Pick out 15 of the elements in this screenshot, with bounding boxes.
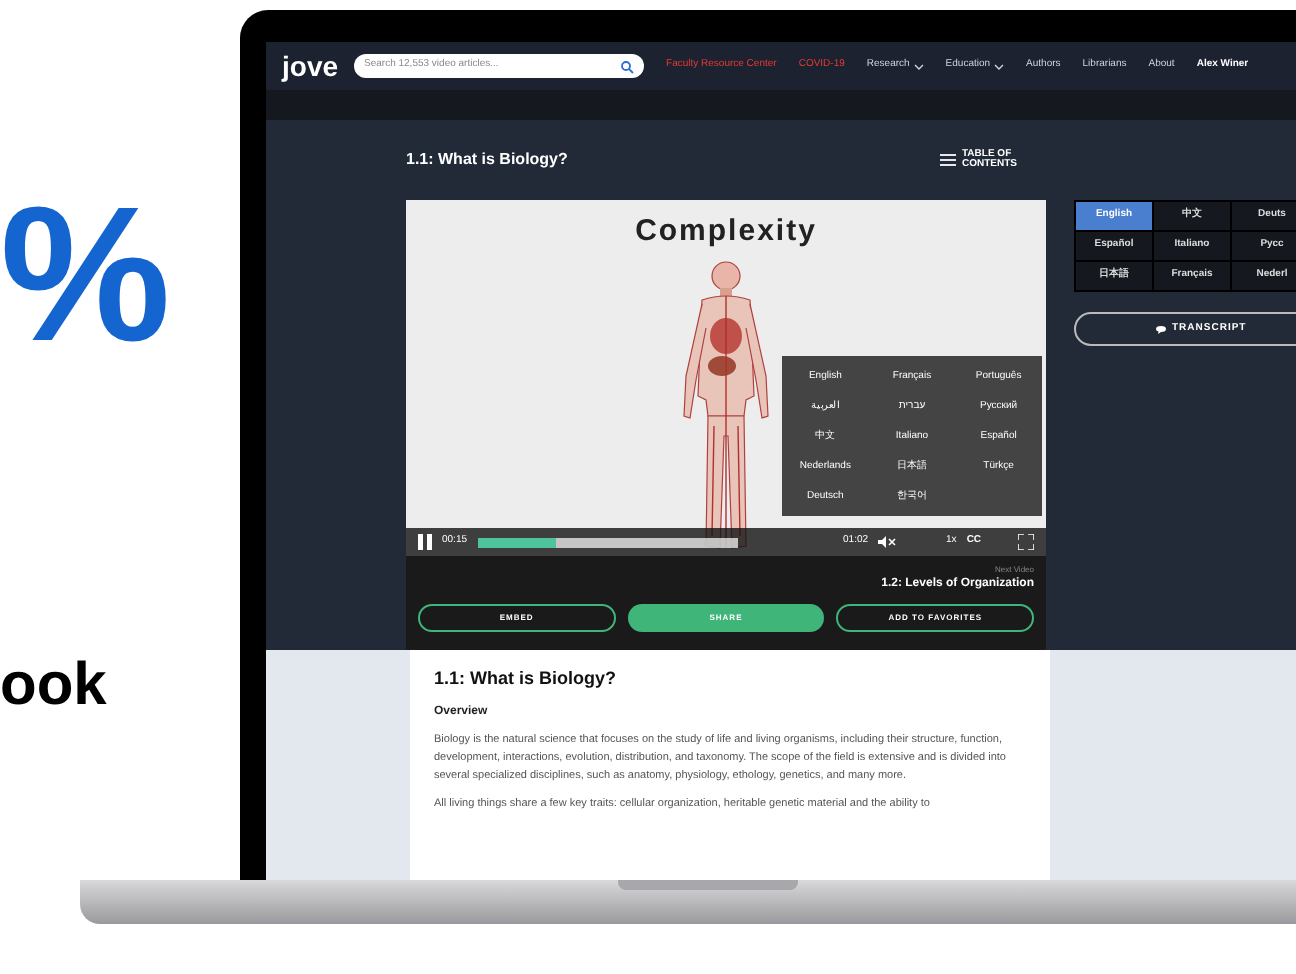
- lesson-title: 1.1: What is Biology?: [406, 148, 568, 172]
- subline-text: ook: [0, 652, 109, 720]
- slide-title: Complexity: [635, 212, 817, 252]
- headline-text: %: [0, 166, 173, 386]
- progress-track[interactable]: [477, 537, 738, 547]
- chevron-down-icon: [994, 63, 1005, 69]
- fullscreen-icon[interactable]: [1018, 534, 1034, 550]
- logo: jove: [282, 52, 339, 80]
- article-title: 1.1: What is Biology?: [434, 666, 619, 692]
- pause-icon[interactable]: [418, 534, 432, 550]
- mute-icon[interactable]: [878, 536, 897, 548]
- speech-bubble-icon: [1156, 325, 1166, 333]
- search-icon[interactable]: [620, 59, 635, 73]
- chevron-down-icon: [913, 63, 924, 69]
- list-icon[interactable]: [940, 154, 956, 166]
